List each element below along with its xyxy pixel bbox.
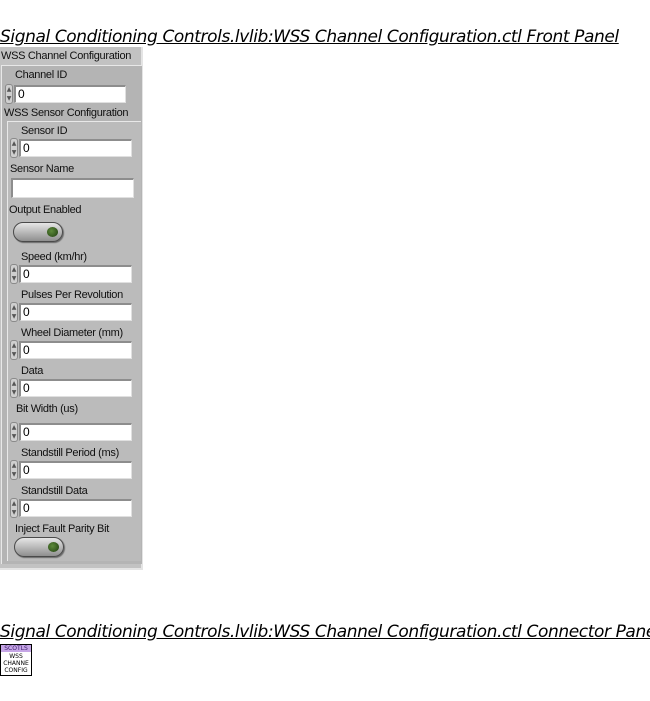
- increment-arrow-icon[interactable]: ▲: [11, 303, 17, 312]
- sensor-id-label: Sensor ID: [21, 125, 68, 137]
- sensor-id-incdec[interactable]: ▲ ▼: [10, 138, 18, 158]
- speed-input[interactable]: 0: [19, 265, 132, 283]
- increment-arrow-icon[interactable]: ▲: [11, 423, 17, 432]
- connector-pane-icon: SCOTLS WSS CHANNE CONFIG: [0, 644, 32, 676]
- wss-channel-configuration-cluster: Channel ID ▲ ▼ 0 WSS Sensor Configuratio…: [1, 65, 142, 564]
- wheel-diameter-incdec[interactable]: ▲ ▼: [10, 340, 18, 360]
- decrement-arrow-icon[interactable]: ▼: [11, 148, 17, 157]
- decrement-arrow-icon[interactable]: ▼: [11, 508, 17, 517]
- front-panel: WSS Channel Configuration Channel ID ▲ ▼…: [0, 47, 143, 570]
- standstill-data-incdec[interactable]: ▲ ▼: [10, 498, 18, 518]
- decrement-arrow-icon[interactable]: ▼: [6, 94, 12, 103]
- data-input[interactable]: 0: [19, 379, 132, 397]
- inject-fault-parity-bit-toggle[interactable]: [14, 537, 64, 557]
- standstill-period-control[interactable]: ▲ ▼ 0: [10, 460, 136, 480]
- increment-arrow-icon[interactable]: ▲: [11, 379, 17, 388]
- increment-arrow-icon[interactable]: ▲: [11, 341, 17, 350]
- standstill-data-input[interactable]: 0: [19, 499, 132, 517]
- wheel-diameter-label: Wheel Diameter (mm): [21, 327, 123, 339]
- sensor-cluster-label: WSS Sensor Configuration: [4, 107, 129, 119]
- standstill-data-label: Standstill Data: [21, 485, 88, 497]
- pulses-per-revolution-label: Pulses Per Revolution: [21, 289, 123, 301]
- sensor-name-input[interactable]: [11, 178, 134, 198]
- standstill-data-control[interactable]: ▲ ▼ 0: [10, 498, 136, 518]
- decrement-arrow-icon[interactable]: ▼: [11, 350, 17, 359]
- channel-id-control[interactable]: ▲ ▼ 0: [5, 84, 131, 104]
- bit-width-input[interactable]: 0: [19, 423, 132, 441]
- cluster-label: WSS Channel Configuration: [1, 50, 132, 62]
- increment-arrow-icon[interactable]: ▲: [11, 265, 17, 274]
- toggle-led-icon: [48, 542, 59, 552]
- bit-width-control[interactable]: ▲ ▼ 0: [10, 422, 136, 442]
- output-enabled-toggle[interactable]: [13, 222, 63, 242]
- channel-id-label: Channel ID: [15, 69, 68, 81]
- standstill-period-incdec[interactable]: ▲ ▼: [10, 460, 18, 480]
- decrement-arrow-icon[interactable]: ▼: [11, 470, 17, 479]
- icon-text-line: CONFIG: [4, 667, 28, 674]
- increment-arrow-icon[interactable]: ▲: [11, 461, 17, 470]
- decrement-arrow-icon[interactable]: ▼: [11, 312, 17, 321]
- icon-text-line: WSS: [9, 653, 23, 660]
- bit-width-label: Bit Width (us): [16, 403, 78, 415]
- front-panel-title: Signal Conditioning Controls.lvlib:WSS C…: [0, 27, 619, 47]
- increment-arrow-icon[interactable]: ▲: [11, 499, 17, 508]
- speed-incdec[interactable]: ▲ ▼: [10, 264, 18, 284]
- wheel-diameter-input[interactable]: 0: [19, 341, 132, 359]
- decrement-arrow-icon[interactable]: ▼: [11, 388, 17, 397]
- bit-width-incdec[interactable]: ▲ ▼: [10, 422, 18, 442]
- wheel-diameter-control[interactable]: ▲ ▼ 0: [10, 340, 136, 360]
- speed-control[interactable]: ▲ ▼ 0: [10, 264, 136, 284]
- sensor-id-input[interactable]: 0: [19, 139, 132, 157]
- data-incdec[interactable]: ▲ ▼: [10, 378, 18, 398]
- increment-arrow-icon[interactable]: ▲: [6, 85, 12, 94]
- connector-pane-title: Signal Conditioning Controls.lvlib:WSS C…: [0, 622, 650, 642]
- pulses-per-revolution-input[interactable]: 0: [19, 303, 132, 321]
- decrement-arrow-icon[interactable]: ▼: [11, 274, 17, 283]
- data-label: Data: [21, 365, 44, 377]
- output-enabled-label: Output Enabled: [9, 204, 82, 216]
- standstill-period-input[interactable]: 0: [19, 461, 132, 479]
- data-control[interactable]: ▲ ▼ 0: [10, 378, 136, 398]
- standstill-period-label: Standstill Period (ms): [21, 447, 119, 459]
- toggle-led-icon: [47, 227, 58, 237]
- pulses-per-revolution-incdec[interactable]: ▲ ▼: [10, 302, 18, 322]
- sensor-id-control[interactable]: ▲ ▼ 0: [10, 138, 136, 158]
- inject-fault-parity-bit-label: Inject Fault Parity Bit: [15, 523, 109, 535]
- decrement-arrow-icon[interactable]: ▼: [11, 432, 17, 441]
- pulses-per-revolution-control[interactable]: ▲ ▼ 0: [10, 302, 136, 322]
- sensor-name-label: Sensor Name: [10, 163, 74, 175]
- icon-band: SCOTLS: [1, 645, 31, 652]
- increment-arrow-icon[interactable]: ▲: [11, 139, 17, 148]
- icon-text: WSS CHANNE CONFIG: [1, 653, 31, 674]
- channel-id-incdec[interactable]: ▲ ▼: [5, 84, 13, 104]
- icon-text-line: CHANNE: [3, 660, 29, 667]
- wss-sensor-configuration-cluster: Sensor ID ▲ ▼ 0 Sensor Name Output Enabl…: [7, 121, 141, 561]
- channel-id-input[interactable]: 0: [14, 85, 126, 103]
- speed-label: Speed (km/hr): [21, 251, 87, 263]
